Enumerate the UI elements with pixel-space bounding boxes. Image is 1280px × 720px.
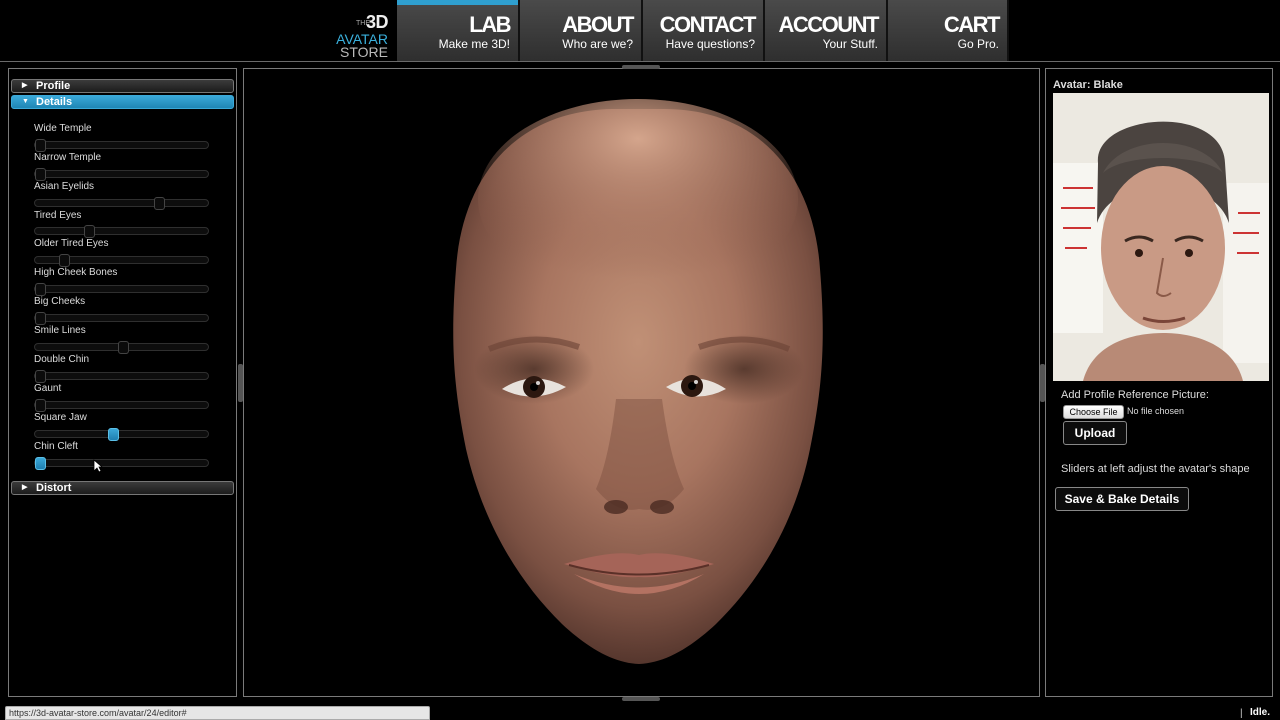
site-logo[interactable]: THE 3D AVATAR STORE	[330, 12, 390, 60]
choose-file-button[interactable]: Choose File	[1063, 405, 1124, 419]
avatar-3d-viewport[interactable]	[243, 68, 1040, 697]
nav-active-bar	[397, 0, 518, 5]
slider-narrow-temple[interactable]	[34, 168, 209, 181]
nav-account[interactable]: ACCOUNT Your Stuff.	[765, 0, 888, 62]
logo-store: STORE	[340, 44, 388, 60]
slider-smile-lines[interactable]	[34, 341, 209, 354]
upload-button[interactable]: Upload	[1063, 421, 1127, 445]
slider-handle[interactable]	[108, 428, 120, 441]
accordion-distort-label: Distort	[36, 482, 72, 494]
logo-3d: 3D	[365, 12, 389, 32]
nav-lab-subtitle: Make me 3D!	[438, 37, 510, 51]
site-header: THE 3D AVATAR STORE LAB Make me 3D! ABOU…	[0, 0, 1280, 64]
slider-label-asian-eyelids: Asian Eyelids	[34, 181, 95, 192]
sliders-hint-text: Sliders at left adjust the avatar's shap…	[1061, 463, 1250, 475]
slider-tired-eyes[interactable]	[34, 225, 209, 238]
nav-lab-title: LAB	[469, 12, 511, 37]
nav-cart-subtitle: Go Pro.	[957, 37, 999, 51]
slider-label-double-chin: Double Chin	[34, 354, 90, 365]
slider-asian-eyelids[interactable]	[34, 197, 209, 210]
triangle-down-icon: ▼	[22, 98, 29, 105]
reference-photo-image	[1053, 93, 1269, 381]
slider-handle[interactable]	[59, 254, 71, 267]
slider-label-gaunt: Gaunt	[34, 383, 62, 394]
slider-double-chin[interactable]	[34, 370, 209, 383]
slider-label-high-cheek-bones: High Cheek Bones	[34, 267, 118, 278]
avatar-info-panel: Avatar: Blake Add Profile Reference Pict…	[1045, 68, 1273, 697]
left-splitter-handle[interactable]	[238, 364, 243, 402]
bottom-splitter-handle[interactable]	[622, 697, 660, 701]
profile-reference-photo	[1053, 93, 1269, 381]
nav-contact[interactable]: CONTACT Have questions?	[643, 0, 765, 62]
reference-picture-label: Add Profile Reference Picture:	[1061, 389, 1209, 401]
slider-label-narrow-temple: Narrow Temple	[34, 152, 102, 163]
nav-cart-title: CART	[943, 12, 1001, 37]
slider-label-square-jaw: Square Jaw	[34, 412, 87, 423]
accordion-profile[interactable]: ▶ Profile	[11, 79, 234, 93]
slider-handle[interactable]	[35, 168, 46, 181]
slider-older-tired-eyes[interactable]	[34, 254, 209, 267]
accordion-details-label: Details	[36, 96, 73, 108]
slider-handle[interactable]	[153, 197, 165, 210]
file-status-text: No file chosen	[1127, 406, 1185, 416]
slider-gaunt[interactable]	[34, 399, 209, 412]
triangle-right-icon: ▶	[22, 484, 28, 491]
slider-label-big-cheeks: Big Cheeks	[34, 296, 86, 307]
slider-label-tired-eyes: Tired Eyes	[34, 210, 82, 221]
slider-handle[interactable]	[83, 225, 95, 238]
slider-handle[interactable]	[35, 283, 46, 296]
controls-panel: ▶ Profile ▼ Details Wide Temple Narrow T…	[8, 68, 237, 697]
nav-contact-title: CONTACT	[659, 12, 757, 37]
slider-big-cheeks[interactable]	[34, 312, 209, 325]
avatar-title: Avatar: Blake	[1053, 79, 1123, 91]
slider-wide-temple[interactable]	[34, 139, 209, 152]
top-splitter-handle[interactable]	[622, 65, 660, 69]
slider-label-smile-lines: Smile Lines	[34, 325, 86, 336]
accordion-distort[interactable]: ▶ Distort	[11, 481, 234, 495]
nav-account-title: ACCOUNT	[778, 12, 880, 37]
main-nav: LAB Make me 3D! ABOUT Who are we? CONTAC…	[397, 0, 1009, 62]
slider-high-cheek-bones[interactable]	[34, 283, 209, 296]
slider-chin-cleft[interactable]	[34, 457, 209, 470]
status-url: https://3d-avatar-store.com/avatar/24/ed…	[5, 706, 430, 720]
nav-account-subtitle: Your Stuff.	[822, 37, 878, 51]
slider-handle[interactable]	[35, 312, 46, 325]
accordion-profile-label: Profile	[36, 80, 71, 92]
slider-label-wide-temple: Wide Temple	[34, 123, 92, 134]
slider-label-chin-cleft: Chin Cleft	[34, 441, 78, 452]
nav-contact-subtitle: Have questions?	[665, 37, 755, 51]
nav-lab[interactable]: LAB Make me 3D!	[397, 0, 520, 62]
status-state: Idle.	[1250, 707, 1271, 718]
triangle-right-icon: ▶	[22, 82, 28, 89]
nav-about-subtitle: Who are we?	[562, 37, 633, 51]
mouse-pointer-icon	[93, 459, 103, 473]
right-splitter-handle[interactable]	[1040, 364, 1045, 402]
slider-handle[interactable]	[35, 370, 46, 383]
slider-label-older-tired-eyes: Older Tired Eyes	[34, 238, 109, 249]
save-bake-details-button[interactable]: Save & Bake Details	[1055, 487, 1189, 511]
avatar-face-model[interactable]	[244, 69, 1039, 696]
slider-square-jaw[interactable]	[34, 428, 209, 441]
nav-about[interactable]: ABOUT Who are we?	[520, 0, 643, 62]
header-divider	[0, 61, 1280, 62]
slider-handle[interactable]	[35, 399, 46, 412]
nav-about-title: ABOUT	[562, 12, 634, 37]
slider-handle[interactable]	[118, 341, 130, 354]
slider-handle[interactable]	[35, 457, 46, 470]
nav-cart[interactable]: CART Go Pro.	[888, 0, 1009, 62]
status-separator: |	[1240, 708, 1243, 719]
slider-handle[interactable]	[35, 139, 46, 152]
accordion-details[interactable]: ▼ Details	[11, 95, 234, 109]
